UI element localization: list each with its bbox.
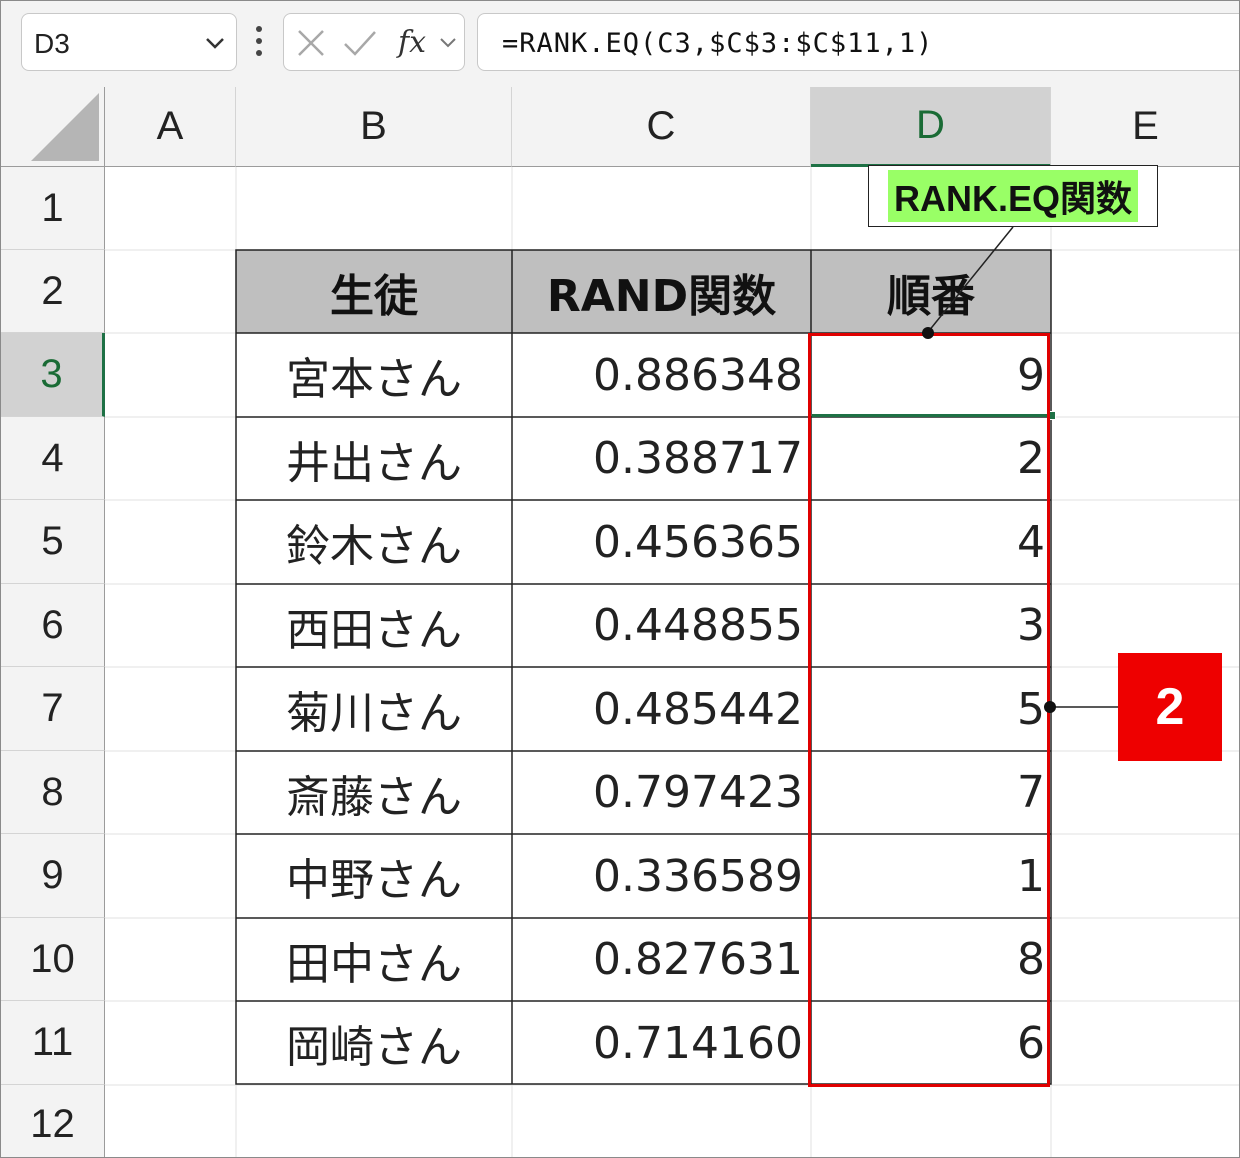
row-header-9[interactable]: 9 — [1, 834, 105, 918]
select-all-triangle-icon — [31, 93, 99, 161]
row-header-7[interactable]: 7 — [1, 667, 105, 751]
vertical-dots-icon[interactable] — [253, 23, 265, 59]
row-header-5[interactable]: 5 — [1, 500, 105, 584]
row-header-1[interactable]: 1 — [1, 167, 105, 250]
function-callout: RANK.EQ関数 — [868, 165, 1158, 227]
row-header-11[interactable]: 11 — [1, 1001, 105, 1085]
row-header-2[interactable]: 2 — [1, 250, 105, 333]
name-box[interactable]: D3 — [21, 13, 237, 71]
column-header-a[interactable]: A — [105, 87, 236, 167]
formula-text: =RANK.EQ(C3,$C$3:$C$11,1) — [502, 28, 934, 59]
step-badge: 2 — [1118, 653, 1222, 761]
callout-label: RANK.EQ関数 — [887, 170, 1138, 222]
highlight-box — [808, 333, 1050, 1087]
formula-buttons: fx — [283, 13, 465, 71]
row-header-8[interactable]: 8 — [1, 751, 105, 834]
column-header-c[interactable]: C — [512, 87, 811, 167]
column-header-e[interactable]: E — [1051, 87, 1239, 167]
row-header-12[interactable]: 12 — [1, 1085, 105, 1157]
row-header-3[interactable]: 3 — [1, 333, 105, 417]
row-header-4[interactable]: 4 — [1, 417, 105, 500]
row-header-10[interactable]: 10 — [1, 918, 105, 1001]
svg-text:fx: fx — [396, 25, 426, 60]
chevron-down-icon[interactable] — [204, 32, 226, 54]
cross-icon[interactable] — [296, 28, 326, 58]
check-icon[interactable] — [342, 28, 378, 58]
formula-input[interactable]: =RANK.EQ(C3,$C$3:$C$11,1) — [477, 13, 1239, 71]
column-header-d[interactable]: D — [811, 87, 1051, 167]
formula-bar: D3 fx =RANK.EQ(C3,$C$3:$C$11,1) — [1, 1, 1239, 87]
row-header-6[interactable]: 6 — [1, 584, 105, 667]
name-box-value: D3 — [34, 28, 70, 59]
fx-icon[interactable]: fx — [396, 24, 436, 62]
column-header-b[interactable]: B — [236, 87, 512, 167]
select-all-corner[interactable] — [1, 87, 105, 167]
chevron-down-icon[interactable] — [438, 36, 458, 50]
spreadsheet-window: D3 fx =RANK.EQ(C3,$C$3:$C$11,1) A B C D … — [0, 0, 1240, 1158]
